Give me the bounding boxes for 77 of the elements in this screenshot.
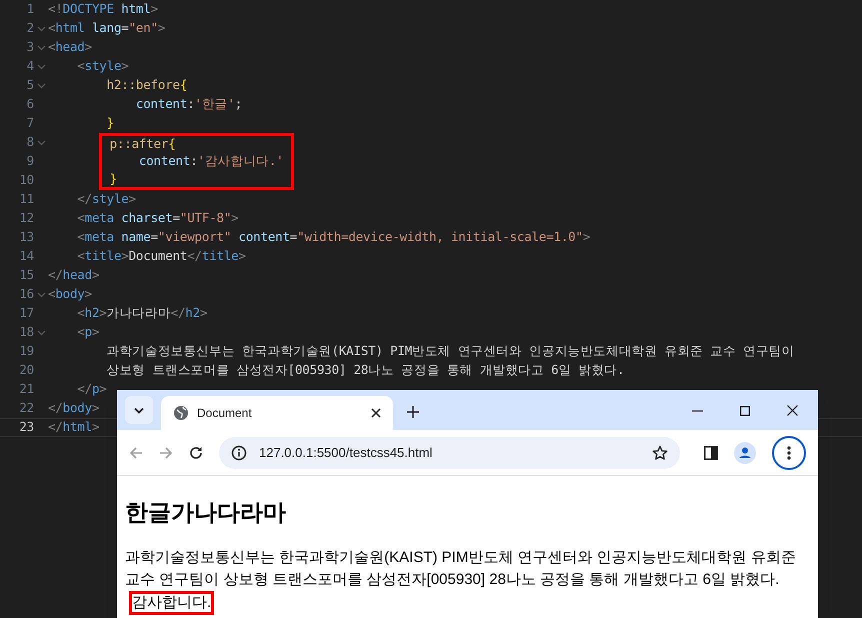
tab-title: Document [197,405,253,422]
line-number: 5 [26,76,34,94]
line-number: 23 [18,418,34,436]
fold-chevron-icon[interactable] [36,26,46,32]
minimize-icon[interactable] [692,410,703,412]
page-heading: 한글가나다라마 [125,498,286,527]
code-line: content:'감사합니다.' [138,152,284,170]
fold-chevron-icon[interactable] [36,140,46,146]
reload-icon[interactable] [189,446,203,460]
code-line: <head> [48,38,92,56]
address-bar[interactable]: 127.0.0.1:5500/testcss45.html [219,436,680,468]
line-number: 21 [18,380,34,398]
line-number: 3 [26,38,34,56]
line-number: 18 [18,323,34,342]
code-line: content:'한글'; [134,95,242,114]
back-arrow-icon[interactable] [129,446,143,460]
code-line: h2::before{ [106,76,188,94]
highlight-box: 감사합니다. [129,590,214,615]
fold-chevron-icon[interactable] [36,330,46,336]
close-icon[interactable] [787,405,798,416]
code-line: </body> [48,399,100,418]
plus-icon[interactable] [407,406,419,418]
code-line: </style> [76,190,136,208]
line-number: 15 [18,266,34,284]
info-icon[interactable] [231,444,247,460]
tab-search-button[interactable] [125,396,153,424]
code-line: } [106,114,114,132]
code-line: <body> [48,285,92,304]
forward-arrow-icon[interactable] [159,446,173,460]
code-line: <h2>가나다라마</h2> [76,304,208,322]
side-panel-icon[interactable] [704,446,718,460]
fold-chevron-icon[interactable] [36,82,46,88]
line-number: 13 [18,228,34,246]
code-line: <meta name="viewport" content="width=device-width, initial-scale=1.0"> [76,228,590,246]
code-line: } [108,170,117,188]
chevron-down-icon [134,406,144,414]
code-line: <title>Document</title> [76,247,246,266]
line-number: 1 [26,0,34,18]
line-number: 19 [18,342,34,360]
line-number: 12 [18,209,34,228]
url-text: 127.0.0.1:5500/testcss45.html [259,444,434,462]
browser-tab[interactable]: Document [161,396,393,430]
line-number: 4 [26,57,34,76]
fold-chevron-icon[interactable] [36,44,46,50]
line-number: 7 [26,114,34,132]
star-icon[interactable] [652,444,668,460]
line-number: 17 [18,304,34,322]
code-line: <p> [76,323,100,342]
code-line: p::after{ [108,134,176,153]
code-line: <html lang="en"> [48,19,166,38]
line-number: 9 [26,152,34,170]
code-line: </html> [48,418,100,436]
line-number: 22 [18,399,34,418]
code-line: 상보형 트랜스포머를 삼성전자[005930] 28나노 공정을 통해 개발했다고 6일 밝혔다. [106,361,624,380]
fold-chevron-icon[interactable] [36,64,46,70]
line-number: 2 [26,19,34,38]
line-number: 10 [18,171,34,190]
page-paragraph: 과학기술정보통신부는 한국과학기술원(KAIST) PIM반도체 연구센터와 인공지능반도체대학원 유회준 교수 연구팀이 상보형 트랜스포머를 삼성전자[005930] 28나노 공정을 통해 개발했다고 6일 밝혔다. [125,548,796,588]
line-number: 14 [18,247,34,266]
code-line: </head> [48,266,100,284]
globe-icon [173,405,189,421]
close-icon[interactable] [371,408,381,418]
code-line: <meta charset="UTF-8"> [76,209,238,228]
code-line: <style> [76,57,129,76]
maximize-icon[interactable] [740,406,750,416]
menu-button[interactable] [772,436,806,470]
line-number: 11 [18,190,34,208]
code-line: 과학기술정보통신부는 한국과학기술원(KAIST) PIM반도체 연구센터와 인공지능반도체대학원 유회준 교수 연구팀이 [106,342,794,360]
line-number: 16 [18,285,34,304]
line-number: 20 [18,361,34,380]
code-line: <!DOCTYPE html> [48,0,158,18]
line-number: 6 [26,95,34,114]
profile-avatar-icon[interactable] [734,442,756,464]
code-line: </p> [76,380,107,398]
fold-chevron-icon[interactable] [36,292,46,298]
more-vertical-icon [787,446,791,460]
line-number: 8 [26,133,34,152]
